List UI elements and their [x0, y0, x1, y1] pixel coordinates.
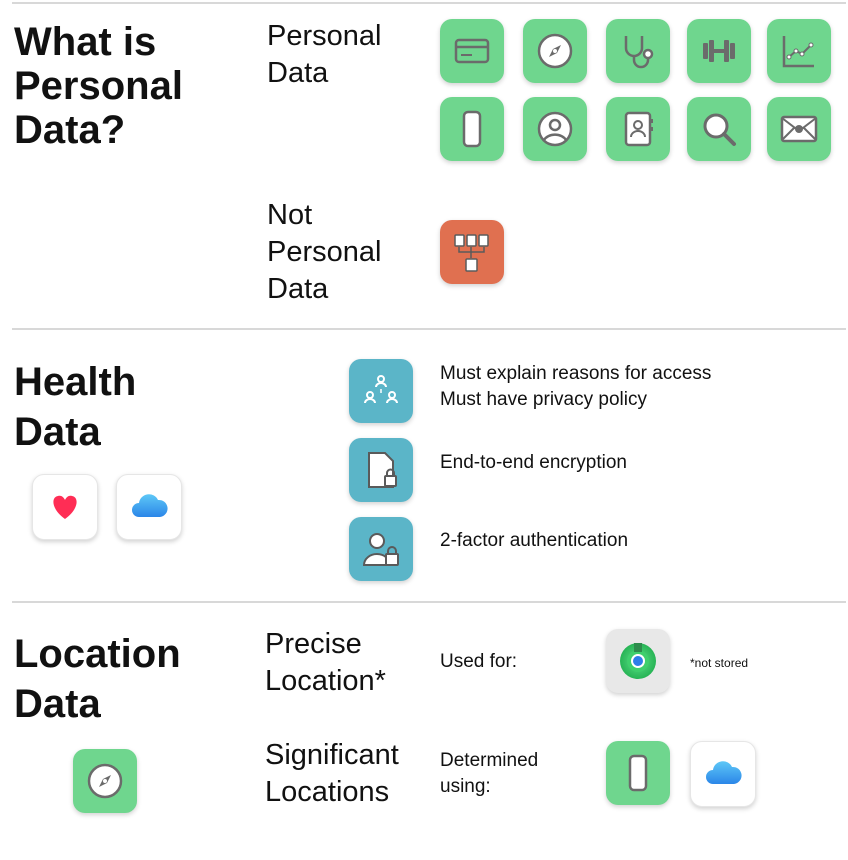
locked-user-icon — [349, 517, 413, 581]
contacts-book-icon — [606, 97, 670, 161]
determined-using-label: Determined using: — [440, 748, 538, 800]
used-for-text: Used for: — [440, 651, 518, 672]
section-title-location: Location Data — [14, 629, 181, 729]
determined-line: Determined — [440, 750, 539, 771]
health-heart-icon — [32, 474, 98, 540]
label-line: Data — [267, 57, 329, 89]
user-circle-icon — [523, 97, 587, 161]
stethoscope-icon — [606, 19, 670, 83]
requirement-line: 2-factor authentication — [440, 530, 629, 551]
title-line: Data — [14, 682, 101, 726]
label-line: Personal — [267, 20, 382, 52]
requirement-text-2: End-to-end encryption — [440, 450, 627, 476]
icloud-icon — [690, 741, 756, 807]
section-title-personal: What is Personal Data? — [14, 20, 183, 152]
title-line: Location — [14, 632, 181, 676]
phone-icon — [606, 741, 670, 805]
requirement-line: End-to-end encryption — [440, 452, 627, 473]
phone-icon — [440, 97, 504, 161]
label-line: Data — [267, 273, 329, 305]
label-line: Locations — [265, 776, 390, 808]
personal-data-label: Personal Data — [267, 18, 381, 92]
requirement-text-3: 2-factor authentication — [440, 528, 628, 554]
label-line: Precise — [265, 628, 362, 660]
line-chart-icon — [767, 19, 831, 83]
significant-locations-label: Significant Locations — [265, 737, 399, 811]
label-line: Location* — [265, 665, 386, 697]
footnote-not-stored: *not stored — [690, 656, 748, 670]
aggregate-documents-icon — [440, 220, 504, 284]
requirement-line: Must have privacy policy — [440, 389, 647, 410]
requirement-text-1: Must explain reasons for access Must hav… — [440, 361, 711, 413]
title-line: Data — [14, 410, 101, 454]
people-network-icon — [349, 359, 413, 423]
compass-icon — [73, 749, 137, 813]
label-line: Significant — [265, 739, 399, 771]
used-for-label: Used for: — [440, 649, 517, 675]
apple-mail-icon — [767, 97, 831, 161]
locked-document-icon — [349, 438, 413, 502]
credit-card-icon — [440, 19, 504, 83]
compass-icon — [523, 19, 587, 83]
title-line: Personal — [14, 64, 183, 108]
divider-health — [12, 328, 846, 330]
footnote-text: *not stored — [690, 656, 749, 670]
search-icon — [687, 97, 751, 161]
icloud-icon — [116, 474, 182, 540]
find-my-icon — [606, 629, 670, 693]
title-line: Health — [14, 360, 137, 404]
section-title-health: Health Data — [14, 357, 136, 457]
requirement-line: Must explain reasons for access — [440, 363, 712, 384]
dumbbell-icon — [687, 19, 751, 83]
determined-line: using: — [440, 776, 491, 797]
precise-location-label: Precise Location* — [265, 626, 386, 700]
top-divider — [12, 2, 846, 4]
label-line: Not — [267, 199, 313, 231]
not-personal-data-label: Not Personal Data — [267, 197, 381, 308]
title-line: What is — [14, 20, 157, 64]
divider-location — [12, 601, 846, 603]
label-line: Personal — [267, 236, 382, 268]
title-line: Data? — [14, 108, 126, 152]
